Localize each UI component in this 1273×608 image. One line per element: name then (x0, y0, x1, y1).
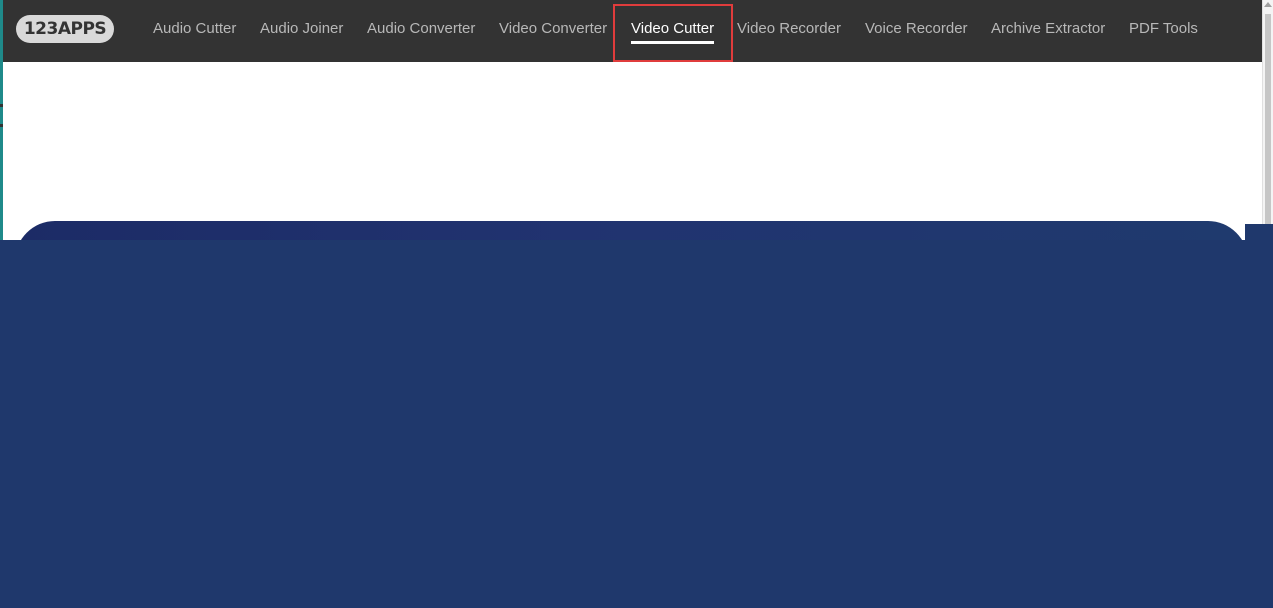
nav-video-converter[interactable]: Video Converter (499, 19, 607, 39)
page: 123APPS Audio Cutter Audio Joiner Audio … (0, 0, 1273, 608)
nav-audio-joiner[interactable]: Audio Joiner (260, 19, 343, 39)
edge-mark (0, 124, 3, 127)
nav-audio-converter[interactable]: Audio Converter (367, 19, 475, 39)
nav-pdf-tools[interactable]: PDF Tools (1129, 19, 1198, 39)
nav-archive-extractor[interactable]: Archive Extractor (991, 19, 1105, 39)
scroll-up-arrow-icon[interactable] (1264, 2, 1272, 7)
nav-video-recorder[interactable]: Video Recorder (737, 19, 841, 39)
scrollbar-thumb[interactable] (1265, 14, 1271, 224)
nav-audio-cutter[interactable]: Audio Cutter (153, 19, 236, 39)
overlay-panel (0, 240, 1273, 608)
edge-mark (0, 104, 3, 107)
nav-voice-recorder[interactable]: Voice Recorder (865, 19, 968, 39)
logo-123apps[interactable]: 123APPS (16, 15, 114, 43)
vertical-scrollbar[interactable] (1262, 0, 1273, 230)
highlight-box-video-cutter (613, 4, 733, 62)
